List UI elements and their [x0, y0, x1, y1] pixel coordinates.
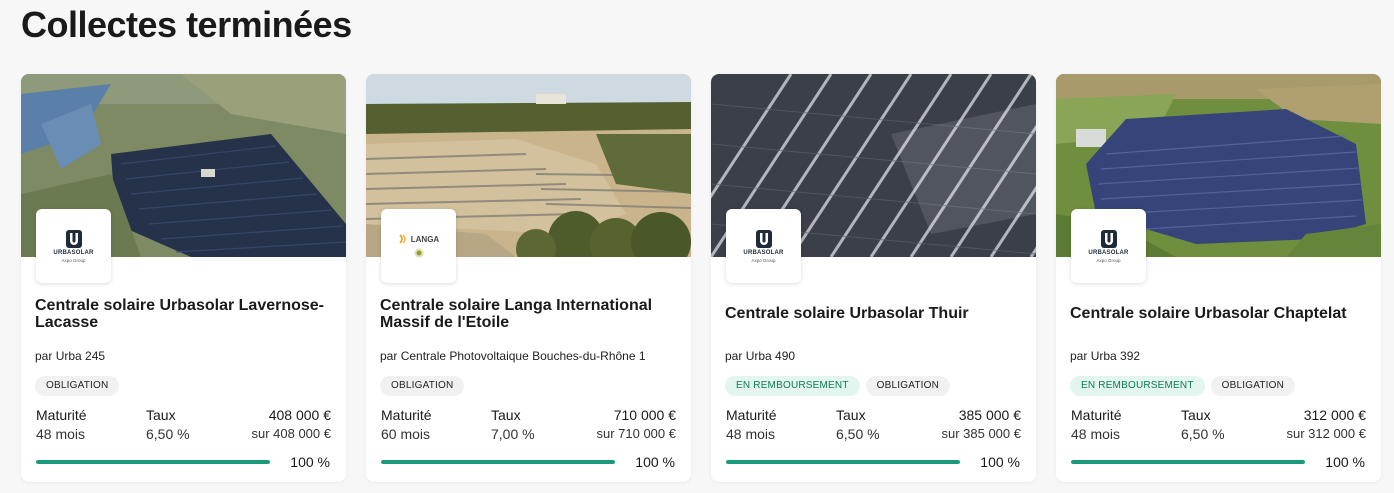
progress-bar [381, 460, 615, 464]
maturity-label: Maturité [1071, 407, 1122, 423]
target-amount: sur 408 000 € [251, 426, 331, 441]
tag-en-remboursement: EN REMBOURSEMENT [1070, 376, 1205, 396]
tag-en-remboursement: EN REMBOURSEMENT [725, 376, 860, 396]
issuer-prefix: par [725, 349, 743, 363]
progress-fill [36, 460, 270, 464]
maturity-value: 48 mois [726, 426, 776, 442]
issuer-prefix: par [380, 349, 398, 363]
project-title[interactable]: Centrale solaire Urbasolar Thuir [725, 305, 1025, 322]
tag-list: OBLIGATION [380, 376, 465, 396]
collected-amount: 312 000 € [1303, 407, 1366, 423]
progress-fill [726, 460, 960, 464]
logo-wordmark: URBASOLAR [743, 249, 784, 256]
company-logo: URBASOLAR Axpo Group [726, 209, 801, 283]
tag-list: OBLIGATION [35, 376, 120, 396]
langa-logo-icon [399, 234, 406, 244]
collected-amount: 710 000 € [613, 407, 676, 423]
langa-logo: LANGA [398, 234, 439, 244]
section-title: Collectes terminées [21, 4, 352, 45]
maturity-label: Maturité [36, 407, 87, 423]
project-card[interactable]: URBASOLAR Axpo Group Centrale solaire Ur… [1056, 74, 1381, 482]
logo-wordmark: URBASOLAR [53, 249, 94, 256]
rate-label: Taux [836, 407, 866, 423]
company-logo: URBASOLAR Axpo Group [1071, 209, 1146, 283]
urbasolar-logo-icon [65, 229, 82, 248]
issuer-name: Urba 392 [1090, 349, 1141, 363]
project-issuer: par Urba 245 [35, 349, 105, 363]
rate-label: Taux [491, 407, 521, 423]
tag-obligation: OBLIGATION [1210, 376, 1296, 396]
rate-value: 6,50 % [146, 426, 190, 442]
maturity-label: Maturité [381, 407, 432, 423]
progress-bar [1071, 460, 1305, 464]
project-title[interactable]: Centrale solaire Urbasolar Lavernose-Lac… [35, 297, 335, 331]
project-card[interactable]: URBASOLAR Axpo Group Centrale solaire Ur… [711, 74, 1036, 482]
urbasolar-logo-icon [755, 229, 772, 248]
logo-subtitle: Axpo Group [1096, 257, 1121, 263]
issuer-prefix: par [35, 349, 53, 363]
company-logo: LANGA [381, 209, 456, 283]
project-card[interactable]: URBASOLAR Axpo Group Centrale solaire Ur… [21, 74, 346, 482]
issuer-name: Centrale Photovoltaique Bouches-du-Rhône… [400, 349, 646, 363]
project-title[interactable]: Centrale solaire Langa International Mas… [380, 297, 680, 331]
issuer-name: Urba 490 [745, 349, 796, 363]
badge-icon [414, 248, 423, 258]
progress-bar [726, 460, 960, 464]
project-title[interactable]: Centrale solaire Urbasolar Chaptelat [1070, 305, 1370, 322]
progress-fill [381, 460, 615, 464]
progress-percent: 100 % [980, 454, 1020, 470]
target-amount: sur 385 000 € [941, 426, 1021, 441]
progress-percent: 100 % [1325, 454, 1365, 470]
project-issuer: par Urba 490 [725, 349, 795, 363]
logo-subtitle: Axpo Group [61, 257, 86, 263]
project-issuer: par Urba 392 [1070, 349, 1140, 363]
progress-fill [1071, 460, 1305, 464]
rate-label: Taux [146, 407, 176, 423]
issuer-name: Urba 245 [55, 349, 106, 363]
maturity-value: 48 mois [36, 426, 86, 442]
progress-percent: 100 % [290, 454, 330, 470]
tag-obligation: OBLIGATION [380, 376, 465, 396]
issuer-prefix: par [1070, 349, 1088, 363]
maturity-label: Maturité [726, 407, 777, 423]
tag-list: EN REMBOURSEMENT OBLIGATION [1070, 376, 1296, 396]
maturity-value: 60 mois [381, 426, 431, 442]
maturity-value: 48 mois [1071, 426, 1121, 442]
logo-wordmark: URBASOLAR [1088, 249, 1129, 256]
rate-value: 6,50 % [1181, 426, 1225, 442]
collected-amount: 408 000 € [268, 407, 331, 423]
logo-wordmark: LANGA [410, 234, 440, 244]
tag-obligation: OBLIGATION [865, 376, 951, 396]
progress-bar [36, 460, 270, 464]
rate-label: Taux [1181, 407, 1211, 423]
tag-obligation: OBLIGATION [35, 376, 120, 396]
progress-percent: 100 % [635, 454, 675, 470]
rate-value: 7,00 % [491, 426, 535, 442]
target-amount: sur 710 000 € [596, 426, 676, 441]
collected-amount: 385 000 € [958, 407, 1021, 423]
project-issuer: par Centrale Photovoltaique Bouches-du-R… [380, 349, 646, 363]
tag-list: EN REMBOURSEMENT OBLIGATION [725, 376, 951, 396]
target-amount: sur 312 000 € [1286, 426, 1366, 441]
company-logo: URBASOLAR Axpo Group [36, 209, 111, 283]
urbasolar-logo-icon [1100, 229, 1117, 248]
logo-subtitle: Axpo Group [751, 257, 776, 263]
rate-value: 6,50 % [836, 426, 880, 442]
project-card[interactable]: LANGA Centrale solaire Langa Internation… [366, 74, 691, 482]
